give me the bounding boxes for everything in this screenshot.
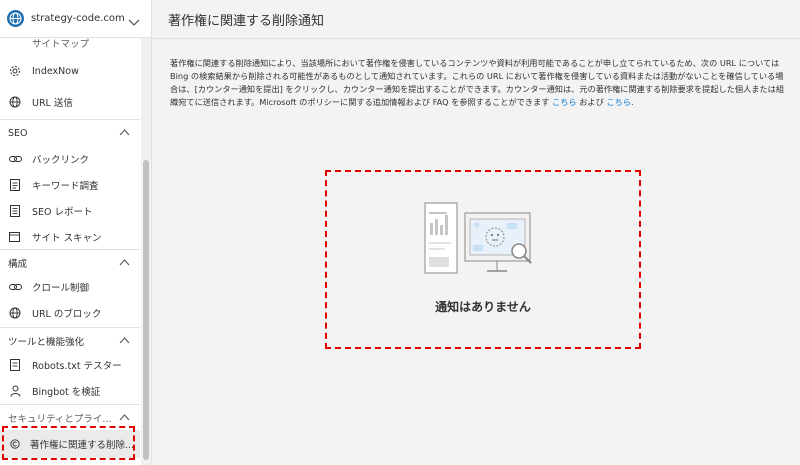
highlight-box-sidebar [2, 426, 135, 460]
section-seo[interactable]: SEO [0, 120, 140, 146]
section-config[interactable]: 構成 [0, 250, 140, 276]
description-and: および [576, 97, 607, 107]
chevron-up-icon[interactable] [119, 258, 130, 269]
sidebar-item-indexnow[interactable]: IndexNow [0, 58, 140, 84]
empty-state-illustration [424, 202, 532, 274]
section-title: SEO [8, 127, 28, 139]
section-title: セキュリティとプライ... [8, 414, 112, 425]
sidebar-item-backlinks[interactable]: バックリンク [0, 146, 140, 172]
section-title: ツールと機能強化 [8, 337, 85, 348]
sidebar-item-label: URL 送信 [32, 98, 73, 109]
scan-icon [8, 230, 22, 244]
report-icon [8, 204, 22, 218]
sidebar-item-label: キーワード調査 [32, 181, 99, 192]
description-end: . [630, 97, 634, 107]
description-body: 著作権に関連する削除通知により、当該場所において著作権を侵害しているコンテンツや… [170, 58, 785, 107]
document-icon [8, 358, 22, 372]
policy-link-1[interactable]: こちら [552, 97, 577, 107]
site-name: strategy-code.com [31, 13, 125, 24]
sidebar-item-crawl-control[interactable]: クロール制御 [0, 274, 140, 300]
sidebar-item-label: URL のブロック [32, 309, 102, 320]
sidebar-item-label: SEO レポート [32, 207, 93, 218]
sidebar: strategy-code.com サイトマップ IndexNow URL 送信… [0, 0, 152, 465]
sidebar-item-block-urls[interactable]: URL のブロック [0, 300, 140, 326]
sidebar-item-label: クロール制御 [32, 283, 90, 294]
sidebar-item-label: バックリンク [32, 155, 90, 166]
chevron-up-icon[interactable] [119, 413, 130, 424]
chevron-down-icon[interactable] [128, 12, 140, 31]
title-divider [152, 38, 800, 39]
empty-state-message: 通知はありません [435, 300, 531, 314]
sidebar-item-keyword-research[interactable]: キーワード調査 [0, 172, 140, 198]
section-tools[interactable]: ツールと機能強化 [0, 328, 140, 354]
sidebar-item-label: Bingbot を検証 [32, 387, 101, 398]
sidebar-item-url-submit[interactable]: URL 送信 [0, 89, 140, 115]
person-icon [8, 384, 22, 398]
sidebar-item-label: IndexNow [32, 65, 79, 77]
chevron-up-icon[interactable] [119, 128, 130, 139]
site-globe-icon [7, 10, 24, 27]
policy-link-2[interactable]: こちら [606, 97, 631, 107]
document-icon [8, 178, 22, 192]
link-icon [8, 152, 22, 166]
sidebar-item-label: Robots.txt テスター [32, 361, 122, 372]
site-selector[interactable]: strategy-code.com [0, 0, 151, 38]
section-title: 構成 [8, 259, 28, 270]
sidebar-item-seo-report[interactable]: SEO レポート [0, 198, 140, 224]
sidebar-item-verify-bingbot[interactable]: Bingbot を検証 [0, 378, 140, 404]
page-title: 著作権に関連する削除通知 [168, 14, 325, 29]
sidebar-item-label: サイトマップ [32, 39, 90, 50]
description: 著作権に関連する削除通知により、当該場所において著作権を侵害しているコンテンツや… [170, 57, 790, 109]
globe-icon [8, 306, 22, 320]
gear-icon [8, 64, 22, 78]
document-icon [8, 36, 22, 50]
chevron-up-icon[interactable] [119, 336, 130, 347]
sidebar-item-robots-tester[interactable]: Robots.txt テスター [0, 352, 140, 378]
sidebar-item-site-scan[interactable]: サイト スキャン [0, 224, 140, 250]
globe-icon [8, 95, 22, 109]
sidebar-item-label: サイト スキャン [32, 233, 102, 244]
link-icon [8, 280, 22, 294]
sidebar-scrollbar-thumb[interactable] [143, 160, 149, 460]
